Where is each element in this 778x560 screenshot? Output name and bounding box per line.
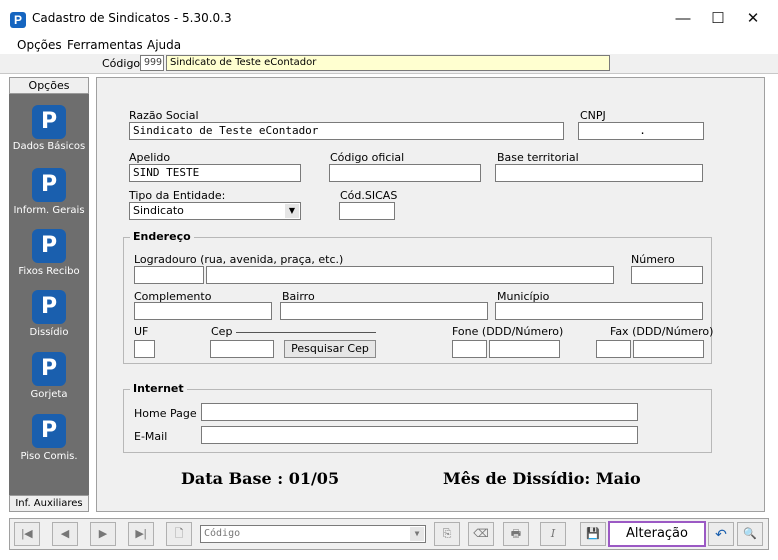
- undo-icon[interactable]: ↶: [708, 522, 734, 546]
- prev-record-icon[interactable]: ◀: [52, 522, 78, 546]
- tipo-entidade-value: Sindicato: [133, 204, 184, 217]
- cnpj-field[interactable]: .: [578, 122, 704, 140]
- email-field[interactable]: [201, 426, 638, 444]
- complemento-field[interactable]: [134, 302, 272, 320]
- codigo-field[interactable]: 999: [140, 55, 164, 71]
- copy-icon[interactable]: ⎘: [434, 522, 460, 546]
- delete-icon[interactable]: ⌫: [468, 522, 494, 546]
- close-button[interactable]: ✕: [738, 8, 768, 30]
- print-icon[interactable]: 🖶: [503, 522, 529, 546]
- sidebar-item-piso-comis[interactable]: Piso Comis.: [9, 451, 89, 462]
- home-page-label: Home Page: [134, 407, 197, 420]
- chevron-down-icon[interactable]: ▼: [410, 527, 424, 541]
- sidebar-item-fixos-recibo[interactable]: Fixos Recibo: [9, 266, 89, 277]
- cod-sicas-field[interactable]: [339, 202, 395, 220]
- apelido-field[interactable]: SIND TESTE: [129, 164, 301, 182]
- search-icon[interactable]: 🔍: [737, 522, 763, 546]
- sidebar-header: Opções: [9, 77, 89, 94]
- app-icon: P: [10, 12, 26, 28]
- tipo-entidade-select[interactable]: Sindicato ▼: [129, 202, 301, 220]
- minimize-button[interactable]: —: [668, 8, 698, 30]
- endereco-title: Endereço: [130, 230, 194, 243]
- menu-ferramentas[interactable]: Ferramentas: [67, 38, 143, 52]
- last-record-icon[interactable]: ▶|: [128, 522, 154, 546]
- fax-numero-field[interactable]: [633, 340, 704, 358]
- sidebar-item-gorjeta[interactable]: Gorjeta: [9, 389, 89, 400]
- dissidio-icon[interactable]: P: [32, 290, 66, 324]
- logradouro-label: Logradouro (rua, avenida, praça, etc.): [134, 253, 344, 266]
- first-record-icon[interactable]: |◀: [14, 522, 40, 546]
- piso-comis-icon[interactable]: P: [32, 414, 66, 448]
- uf-field[interactable]: [134, 340, 155, 358]
- fone-numero-field[interactable]: [489, 340, 560, 358]
- cod-sicas-label: Cód.SICAS: [340, 189, 398, 202]
- uf-label: UF: [134, 325, 149, 338]
- numero-field[interactable]: [631, 266, 703, 284]
- cnpj-label: CNPJ: [580, 109, 606, 122]
- gorjeta-icon[interactable]: P: [32, 352, 66, 386]
- fone-label: Fone (DDD/Número): [452, 325, 564, 338]
- fixos-recibo-icon[interactable]: P: [32, 229, 66, 263]
- municipio-field[interactable]: [495, 302, 703, 320]
- codigo-label: Código:: [102, 57, 144, 70]
- cep-label: Cep: [211, 325, 233, 338]
- mes-dissidio-text: Mês de Dissídio: Maio: [443, 469, 641, 488]
- menu-ajuda[interactable]: Ajuda: [147, 38, 181, 52]
- sidebar-item-dados-basicos[interactable]: Dados Básicos: [9, 141, 89, 152]
- maximize-button[interactable]: ☐: [703, 8, 733, 30]
- sidebar-item-dissidio[interactable]: Dissídio: [9, 327, 89, 338]
- sindicato-name-field[interactable]: Sindicato de Teste eContador: [166, 55, 610, 71]
- italic-icon[interactable]: I: [540, 522, 566, 546]
- window-title: Cadastro de Sindicatos - 5.30.0.3: [32, 11, 232, 25]
- save-icon[interactable]: 💾: [580, 522, 606, 546]
- sidebar-footer-inf-auxiliares[interactable]: Inf. Auxiliares: [9, 495, 89, 512]
- new-record-icon[interactable]: 🗋: [166, 522, 192, 546]
- codigo-oficial-label: Código oficial: [330, 151, 405, 164]
- codigo-search-select[interactable]: Código ▼: [200, 525, 426, 543]
- codigo-oficial-field[interactable]: [329, 164, 481, 182]
- internet-title: Internet: [130, 382, 187, 395]
- fax-label: Fax (DDD/Número): [610, 325, 714, 338]
- cep-field[interactable]: [210, 340, 274, 358]
- fone-ddd-field[interactable]: [452, 340, 487, 358]
- fax-ddd-field[interactable]: [596, 340, 631, 358]
- numero-label: Número: [631, 253, 675, 266]
- logradouro-tipo-field[interactable]: [134, 266, 204, 284]
- dados-basicos-icon[interactable]: P: [32, 105, 66, 139]
- razao-social-field[interactable]: Sindicato de Teste eContador: [129, 122, 564, 140]
- cep-divider: [236, 332, 376, 333]
- mode-status: Alteração: [608, 521, 706, 547]
- base-territorial-field[interactable]: [495, 164, 703, 182]
- razao-social-label: Razão Social: [129, 109, 199, 122]
- bairro-field[interactable]: [280, 302, 488, 320]
- tipo-entidade-label: Tipo da Entidade:: [129, 189, 226, 202]
- sidebar-item-inform-gerais[interactable]: Inform. Gerais: [9, 205, 89, 216]
- pesquisar-cep-button[interactable]: Pesquisar Cep: [284, 340, 376, 358]
- menu-opcoes[interactable]: Opções: [17, 38, 62, 52]
- inform-gerais-icon[interactable]: P: [32, 168, 66, 202]
- next-record-icon[interactable]: ▶: [90, 522, 116, 546]
- home-page-field[interactable]: [201, 403, 638, 421]
- chevron-down-icon[interactable]: ▼: [285, 204, 299, 218]
- logradouro-field[interactable]: [206, 266, 614, 284]
- email-label: E-Mail: [134, 430, 168, 443]
- apelido-label: Apelido: [129, 151, 171, 164]
- base-territorial-label: Base territorial: [497, 151, 579, 164]
- data-base-text: Data Base : 01/05: [181, 469, 340, 488]
- codigo-search-placeholder: Código: [204, 528, 241, 539]
